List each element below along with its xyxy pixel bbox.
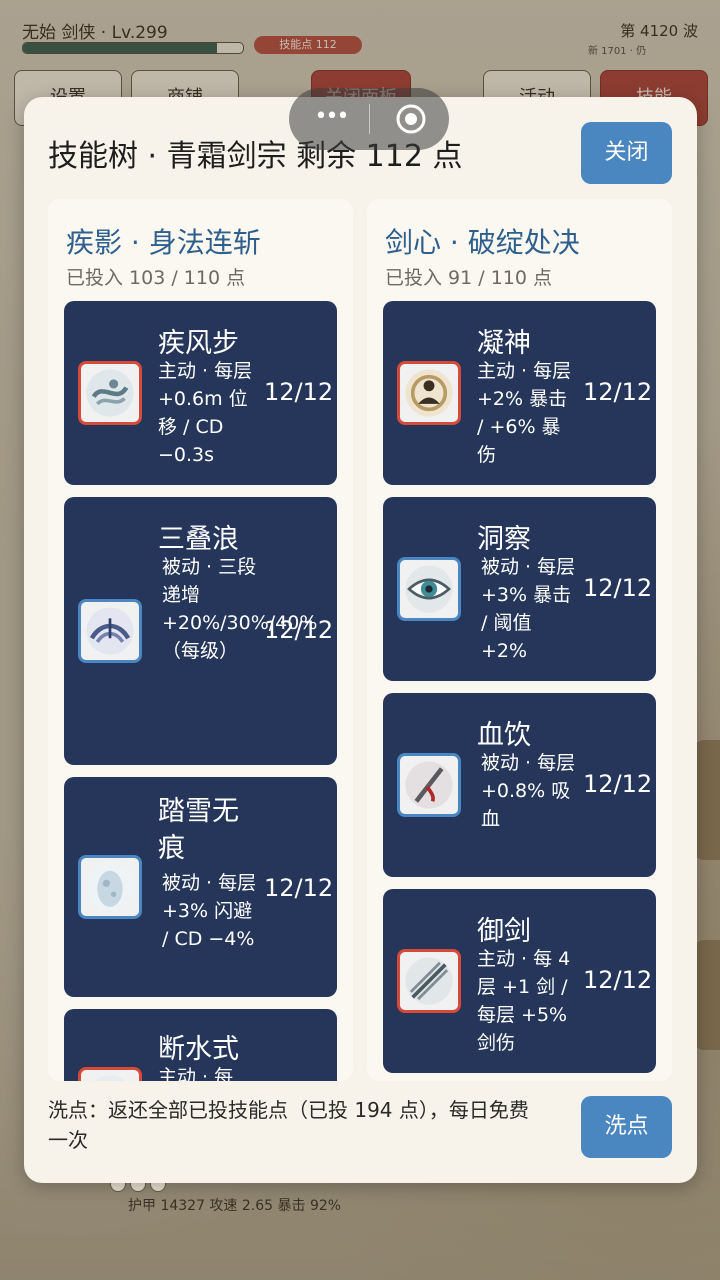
miniprogram-capsule: ••• [289,88,449,150]
skill-description: 主动 · 每 [158,1066,234,1081]
skill-card[interactable]: 断水式 主动 · 每 [64,1009,337,1081]
skill-description: 主动 · 每 4 层 +1 剑 / 每层 +5% 剑伤 [477,948,571,1054]
skill-description: 主动 · 每层 +2% 暴击 / +6% 暴伤 [477,360,572,466]
skill-card[interactable]: 御剑 主动 · 每 4 层 +1 剑 / 每层 +5% 剑伤 12/12 [383,889,656,1073]
respec-description: 洗点：返还全部已投技能点（已投 194 点），每日免费一次 [48,1098,529,1152]
snow-icon [78,855,142,919]
skill-level: 12/12 [264,874,334,902]
skill-description: 被动 · 三段递增 +20%/30%/40%（每级） [162,556,318,662]
wave-icon [78,599,142,663]
skill-level: 12/12 [583,378,653,406]
blood-blade-icon [397,753,461,817]
skill-level: 12/12 [583,966,653,994]
skill-branch-right: 剑心 · 破绽处决 已投入 91 / 110 点 凝神 主动 · 每层 +2% … [367,199,672,1081]
skill-card[interactable]: 疾风步 主动 · 每层 +0.6m 位移 / CD −0.3s 12/12 [64,301,337,485]
respec-button[interactable]: 洗点 [581,1096,672,1158]
skill-card[interactable]: 三叠浪 被动 · 三段递增 +20%/30%/40%（每级） 12/12 [64,497,337,765]
hero-stats: 护甲 14327 攻速 2.65 暴击 92% [128,1198,342,1214]
skill-name: 三叠浪 [158,524,239,555]
skill-description: 主动 · 每层 +0.6m 位移 / CD −0.3s [158,360,253,466]
wind-icon [78,361,142,425]
skill-branch-left: 疾影 · 身法连斩 已投入 103 / 110 点 疾风步 主动 · 每层 +0… [48,199,353,1081]
more-icon[interactable]: ••• [313,106,350,130]
water-icon [78,1067,142,1081]
skill-name: 血饮 [477,720,531,751]
skill-description: 被动 · 每层 +0.8% 吸血 [481,752,576,830]
skill-card[interactable]: 踏雪无痕 被动 · 每层 +3% 闪避 / CD −4% 12/12 [64,777,337,997]
skill-name: 凝神 [477,328,531,359]
skill-level: 12/12 [264,378,334,406]
skill-description: 被动 · 每层 +3% 闪避 / CD −4% [162,872,257,950]
skill-name: 洞察 [477,524,531,555]
branch-points-invested: 已投入 91 / 110 点 [385,267,553,289]
eye-icon [397,557,461,621]
skill-card[interactable]: 血饮 被动 · 每层 +0.8% 吸血 12/12 [383,693,656,877]
skill-level: 12/12 [583,770,653,798]
skill-name: 踏雪无痕 [158,796,239,864]
branch-points-invested: 已投入 103 / 110 点 [66,267,246,289]
skill-card[interactable]: 洞察 被动 · 每层 +3% 暴击 / 阈值 +2% 12/12 [383,497,656,681]
skill-name: 御剑 [477,916,531,947]
exit-icon[interactable] [395,103,427,135]
skill-level: 12/12 [583,574,653,602]
branch-title: 疾影 · 身法连斩 [66,226,261,259]
close-button[interactable]: 关闭 [581,122,672,184]
skill-description: 被动 · 每层 +3% 暴击 / 阈值 +2% [481,556,576,662]
skill-name: 疾风步 [158,328,239,359]
flying-sword-icon [397,949,461,1013]
skill-card[interactable]: 凝神 主动 · 每层 +2% 暴击 / +6% 暴伤 12/12 [383,301,656,485]
skill-name: 断水式 [158,1034,239,1065]
branch-title: 剑心 · 破绽处决 [385,226,580,259]
skill-tree-modal: 技能树 · 青霜剑宗 剩余 112 点 关闭 疾影 · 身法连斩 已投入 103… [24,97,697,1183]
meditation-icon [397,361,461,425]
skill-level: 12/12 [264,616,334,644]
